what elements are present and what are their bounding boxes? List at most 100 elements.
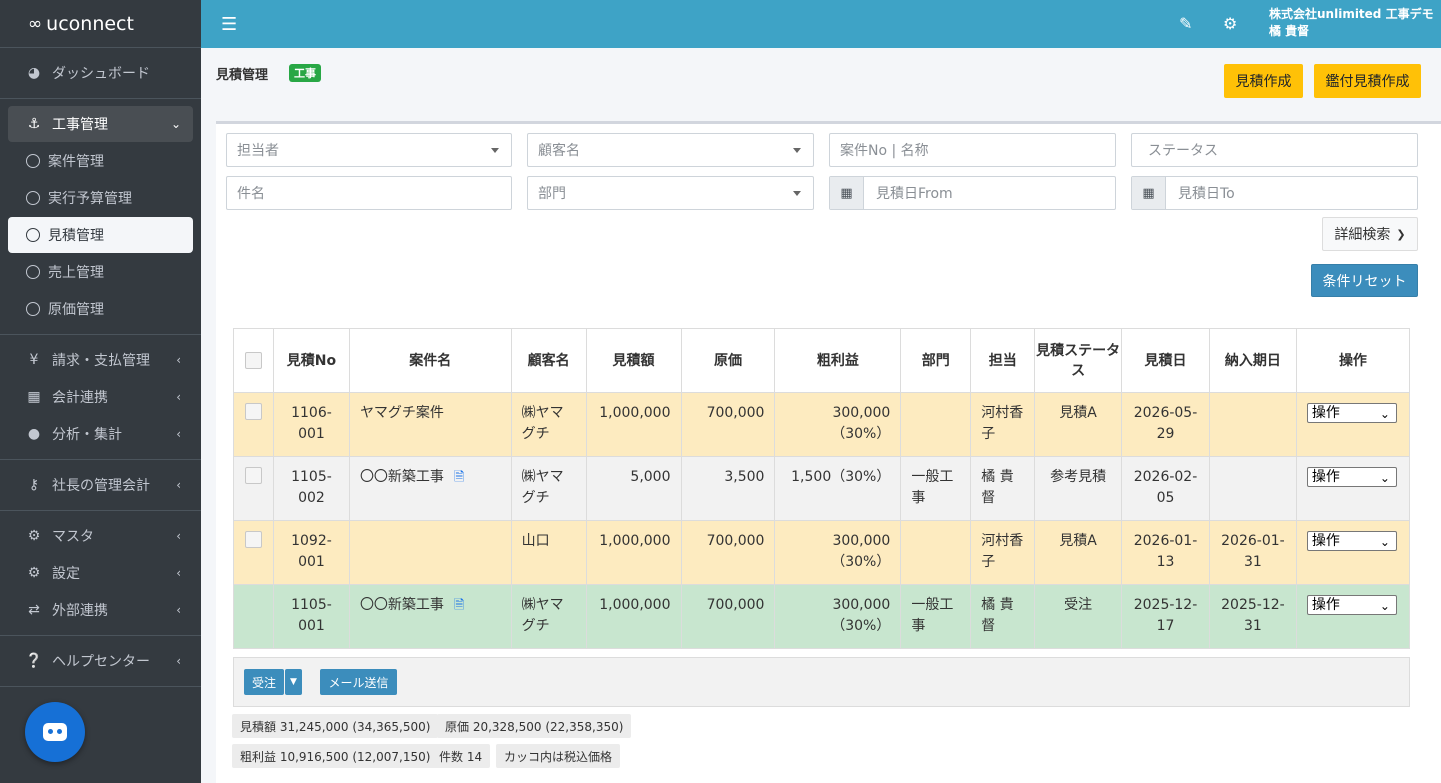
brand-logo[interactable]: ∞ uconnect (0, 0, 201, 48)
table-row[interactable]: 1105-001 〇〇新築工事 🗎 ㈱ヤマグチ 1,000,000 700,000… (233, 584, 1411, 649)
gross-profit: 300,000（30%） (774, 392, 902, 457)
sidebar-item-integrations[interactable]: ⇄ 外部連携 ‹ (8, 592, 193, 628)
col-header[interactable]: 見積ステータス (1034, 328, 1123, 393)
brand-name: uconnect (46, 12, 134, 35)
assignee-placeholder: 担当者 (237, 143, 279, 159)
sidebar-item-construction[interactable]: ⚓ 工事管理 ⌄ (8, 106, 193, 142)
sidebar-item-billing[interactable]: ¥ 請求・支払管理 ‹ (8, 342, 193, 378)
estimate-amount: 5,000 (585, 456, 682, 521)
detail-search-button[interactable]: 詳細検索 ❯ (1322, 217, 1418, 251)
order-dropdown-toggle[interactable]: ▼ (285, 669, 302, 695)
document-icon[interactable]: 🗎 (454, 598, 464, 613)
case-name: ヤマグチ案件 (348, 392, 512, 457)
department-select[interactable]: 部門 (527, 176, 814, 210)
case-search-input[interactable]: 案件No | 名称 (829, 133, 1116, 167)
anchor-icon: ⚓ (27, 116, 41, 132)
col-header[interactable]: 見積日 (1121, 328, 1210, 393)
col-header[interactable]: 見積No (272, 328, 350, 393)
circle-icon (26, 265, 40, 279)
operation-select[interactable]: 操作 ⌄ (1306, 531, 1397, 551)
due-date: 2026-01-31 (1208, 520, 1297, 585)
row-checkbox[interactable] (244, 403, 262, 420)
sidebar-item-cases[interactable]: 案件管理 (8, 143, 193, 179)
col-header[interactable]: 見積額 (585, 328, 682, 393)
operation-select[interactable]: 操作 ⌄ (1306, 467, 1397, 487)
col-header[interactable]: 原価 (680, 328, 776, 393)
circle-icon (26, 191, 40, 205)
person: 橘 貴督 (970, 456, 1036, 521)
status-select[interactable]: ステータス (1131, 133, 1418, 167)
user-info[interactable]: 株式会社unlimited 工事デモ 橘 貴督 (1269, 6, 1434, 40)
nav-group-settings: ⚙ マスタ ‹ ⚙ 設定 ‹ ⇄ 外部連携 ‹ (0, 511, 201, 636)
reset-filters-button[interactable]: 条件リセット (1311, 264, 1418, 297)
col-header[interactable]: 粗利益 (774, 328, 902, 393)
subject-input[interactable]: 件名 (226, 176, 512, 210)
col-header[interactable]: 顧客名 (510, 328, 587, 393)
table-row[interactable]: 1105-002 〇〇新築工事 🗎 ㈱ヤマグチ 5,000 3,500 1,500… (233, 456, 1411, 521)
create-estimate-button[interactable]: 見積作成 (1224, 64, 1303, 98)
chatbot-button[interactable] (25, 702, 85, 762)
sidebar-item-executive[interactable]: ⚷ 社長の管理会計 ‹ (8, 467, 193, 503)
table-row[interactable]: 1106-001 ヤマグチ案件 ㈱ヤマグチ 1,000,000 700,000 … (233, 392, 1411, 457)
estimate-date: 2026-01-13 (1121, 520, 1210, 585)
assignee-select[interactable]: 担当者 (226, 133, 512, 167)
due-date (1208, 392, 1297, 457)
row-checkbox[interactable] (244, 467, 262, 484)
select-all-checkbox[interactable] (244, 352, 262, 369)
operation-select[interactable]: 操作 ⌄ (1306, 595, 1397, 615)
sidebar-item-label: ダッシュボード (52, 66, 150, 82)
cogs-icon[interactable]: ⚙ (1223, 14, 1237, 33)
col-header[interactable]: 担当 (970, 328, 1036, 393)
nav-group-help: ❔ ヘルプセンター ‹ (0, 636, 201, 687)
table-row[interactable]: 1092-001 山口 1,000,000 700,000 300,000（30… (233, 520, 1411, 585)
row-checkbox-cell[interactable] (233, 520, 274, 585)
sidebar-item-costs[interactable]: 原価管理 (8, 291, 193, 327)
due-date: 2025-12-31 (1208, 584, 1297, 649)
operation-select[interactable]: 操作 ⌄ (1306, 403, 1397, 423)
sidebar: ∞ uconnect ◕ ダッシュボード ⚓ 工事管理 ⌄ 案件管理 実行予算管… (0, 0, 201, 783)
send-mail-button[interactable]: メール送信 (320, 669, 397, 695)
row-checkbox-cell[interactable] (233, 392, 274, 457)
operation-cell: 操作 ⌄ (1295, 456, 1411, 521)
col-header[interactable]: 納入期日 (1208, 328, 1297, 393)
sidebar-item-master[interactable]: ⚙ マスタ ‹ (8, 518, 193, 554)
sidebar-item-help[interactable]: ❔ ヘルプセンター ‹ (8, 643, 193, 679)
sidebar-item-analysis[interactable]: ● 分析・集計 ‹ (8, 416, 193, 452)
sidebar-item-dashboard[interactable]: ◕ ダッシュボード (8, 55, 193, 91)
date-to-field[interactable]: ▦ 見積日To (1131, 176, 1418, 210)
chevron-left-icon: ‹ (176, 566, 181, 580)
sidebar-item-settings[interactable]: ⚙ 設定 ‹ (8, 555, 193, 591)
edit-icon[interactable]: ✎ (1179, 14, 1192, 33)
caret-down-icon (793, 148, 801, 153)
estimate-date: 2026-05-29 (1121, 392, 1210, 457)
date-from-field[interactable]: ▦ 見積日From (829, 176, 1116, 210)
sidebar-item-accounting[interactable]: ▦ 会計連携 ‹ (8, 379, 193, 415)
chevron-down-icon: ⌄ (1379, 599, 1390, 613)
sidebar-item-sales[interactable]: 売上管理 (8, 254, 193, 290)
estimate-no[interactable]: 1105-001 (272, 584, 350, 649)
row-checkbox-cell[interactable] (233, 456, 274, 521)
document-icon[interactable]: 🗎 (454, 470, 464, 485)
estimate-no[interactable]: 1106-001 (272, 392, 350, 457)
customer-select[interactable]: 顧客名 (527, 133, 814, 167)
hamburger-menu-icon[interactable]: ☰ (221, 14, 237, 35)
col-header[interactable]: 部門 (900, 328, 972, 393)
order-button[interactable]: 受注 (244, 669, 284, 695)
sidebar-item-estimates[interactable]: 見積管理 (8, 217, 193, 253)
sidebar-item-label: 設定 (52, 566, 80, 582)
sidebar-item-label: 請求・支払管理 (52, 353, 150, 369)
status-placeholder: ステータス (1148, 143, 1218, 159)
estimate-no[interactable]: 1092-001 (272, 520, 350, 585)
estimate-no[interactable]: 1105-002 (272, 456, 350, 521)
row-checkbox[interactable] (244, 531, 262, 548)
department (900, 520, 972, 585)
case-name: 〇〇新築工事 🗎 (348, 456, 512, 521)
department: 一般工事 (900, 456, 972, 521)
select-all-header[interactable] (233, 328, 274, 393)
col-header[interactable]: 案件名 (348, 328, 512, 393)
sidebar-item-budget[interactable]: 実行予算管理 (8, 180, 193, 216)
gear-icon: ⚙ (27, 528, 41, 544)
robot-icon (43, 723, 67, 741)
estimates-card: 担当者 顧客名 案件No | 名称 ステータス 件名 部門 ▦ 見積日From … (216, 121, 1441, 783)
create-sealed-estimate-button[interactable]: 鑑付見積作成 (1314, 64, 1421, 98)
